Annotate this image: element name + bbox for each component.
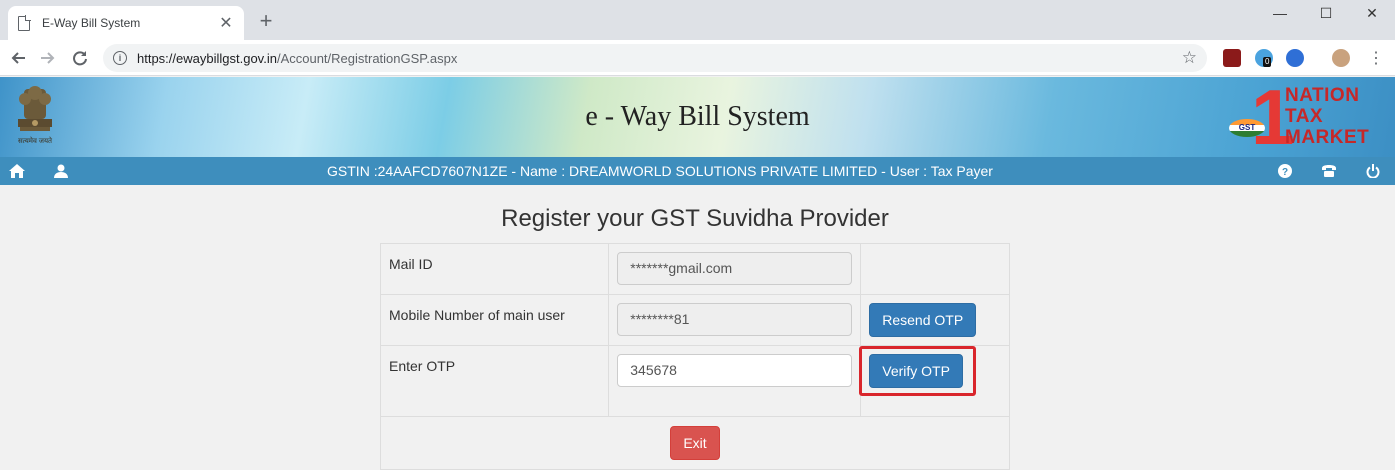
site-banner: सत्यमेव जयते e - Way Bill System 1 NATIO… [0, 77, 1395, 157]
exit-cell: Exit [380, 416, 1010, 470]
profile-avatar[interactable] [1332, 49, 1350, 67]
forward-button[interactable] [36, 46, 60, 70]
site-info-icon[interactable]: i [113, 51, 127, 65]
forward-arrow-icon [41, 52, 55, 64]
new-tab-button[interactable]: + [256, 10, 276, 32]
mail-id-field: *******gmail.com [617, 252, 853, 285]
url-path: /Account/RegistrationGSP.aspx [276, 50, 458, 66]
address-bar[interactable]: i https://ewaybillgst.gov.in/Account/Reg… [103, 44, 1207, 72]
window-close-button[interactable]: ✕ [1349, 0, 1395, 26]
table-row: Mobile Number of main user ********81 Re… [379, 294, 1010, 346]
mobile-number-field: ********81 [617, 303, 853, 336]
reload-button[interactable] [68, 46, 92, 70]
browser-tab[interactable]: E-Way Bill System ✕ [8, 6, 244, 40]
tab-title: E-Way Bill System [42, 16, 141, 30]
otp-input[interactable]: 345678 [617, 354, 853, 387]
page-icon [18, 15, 31, 31]
url-host: https://ewaybillgst.gov.in [137, 50, 277, 66]
table-row: Exit [380, 416, 1010, 470]
site-title: e - Way Bill System [585, 101, 810, 132]
translate-extension-icon[interactable] [1286, 49, 1304, 67]
logo-line: TAX [1285, 106, 1324, 127]
maximize-button[interactable]: ☐ [1303, 0, 1349, 26]
browser-toolbar: i https://ewaybillgst.gov.in/Account/Reg… [0, 40, 1395, 76]
empty-action-cell [860, 243, 1010, 295]
verify-otp-highlight-box [859, 346, 976, 396]
back-arrow-icon [11, 52, 25, 64]
tab-close-icon[interactable]: ✕ [218, 13, 234, 33]
phone-icon[interactable] [1320, 162, 1338, 180]
otp-cell: 345678 [608, 345, 862, 417]
gstin-user-info: GSTIN :24AAFCD7607N1ZE - Name : DREAMWOR… [327, 163, 993, 179]
user-info-bar: GSTIN :24AAFCD7607N1ZE - Name : DREAMWOR… [0, 157, 1395, 185]
logo-line: NATION [1285, 85, 1360, 106]
logo-line: MARKET [1285, 127, 1370, 148]
ublock-extension-icon[interactable] [1223, 49, 1241, 67]
power-logout-icon[interactable] [1364, 162, 1382, 180]
exit-button[interactable]: Exit [670, 426, 720, 460]
mobile-number-label: Mobile Number of main user [379, 294, 610, 346]
table-row: Mail ID *******gmail.com [379, 243, 1010, 295]
svg-text:?: ? [1282, 167, 1288, 178]
mail-id-cell: *******gmail.com [608, 243, 862, 295]
emblem-caption: सत्यमेव जयते [18, 136, 53, 145]
minimize-button[interactable]: — [1257, 0, 1303, 26]
logo-words: NATION TAX MARKET [1285, 85, 1369, 148]
mobile-number-cell: ********81 [608, 294, 862, 346]
ghostery-extension-icon[interactable]: 0 [1255, 49, 1273, 67]
reload-icon [73, 51, 87, 66]
url-text: https://ewaybillgst.gov.in/Account/Regis… [137, 51, 457, 66]
bookmark-star-icon[interactable]: ☆ [1182, 48, 1197, 68]
help-icon[interactable]: ? [1276, 162, 1294, 180]
browser-tab-bar: E-Way Bill System ✕ + — ☐ ✕ [0, 0, 1395, 40]
resend-otp-cell: Resend OTP [860, 294, 1010, 346]
enter-otp-label: Enter OTP [379, 345, 610, 417]
one-nation-tax-market-logo: 1 NATION TAX MARKET GST [1229, 78, 1389, 156]
page-heading: Register your GST Suvidha Provider [501, 205, 889, 232]
menu-kebab-icon[interactable]: ⋮ [1364, 46, 1388, 70]
extension-badge: 0 [1263, 57, 1272, 67]
resend-otp-button[interactable]: Resend OTP [869, 303, 977, 337]
mail-id-label: Mail ID [379, 243, 610, 295]
logo-gst-badge: GST [1229, 119, 1265, 137]
back-button[interactable] [6, 46, 30, 70]
